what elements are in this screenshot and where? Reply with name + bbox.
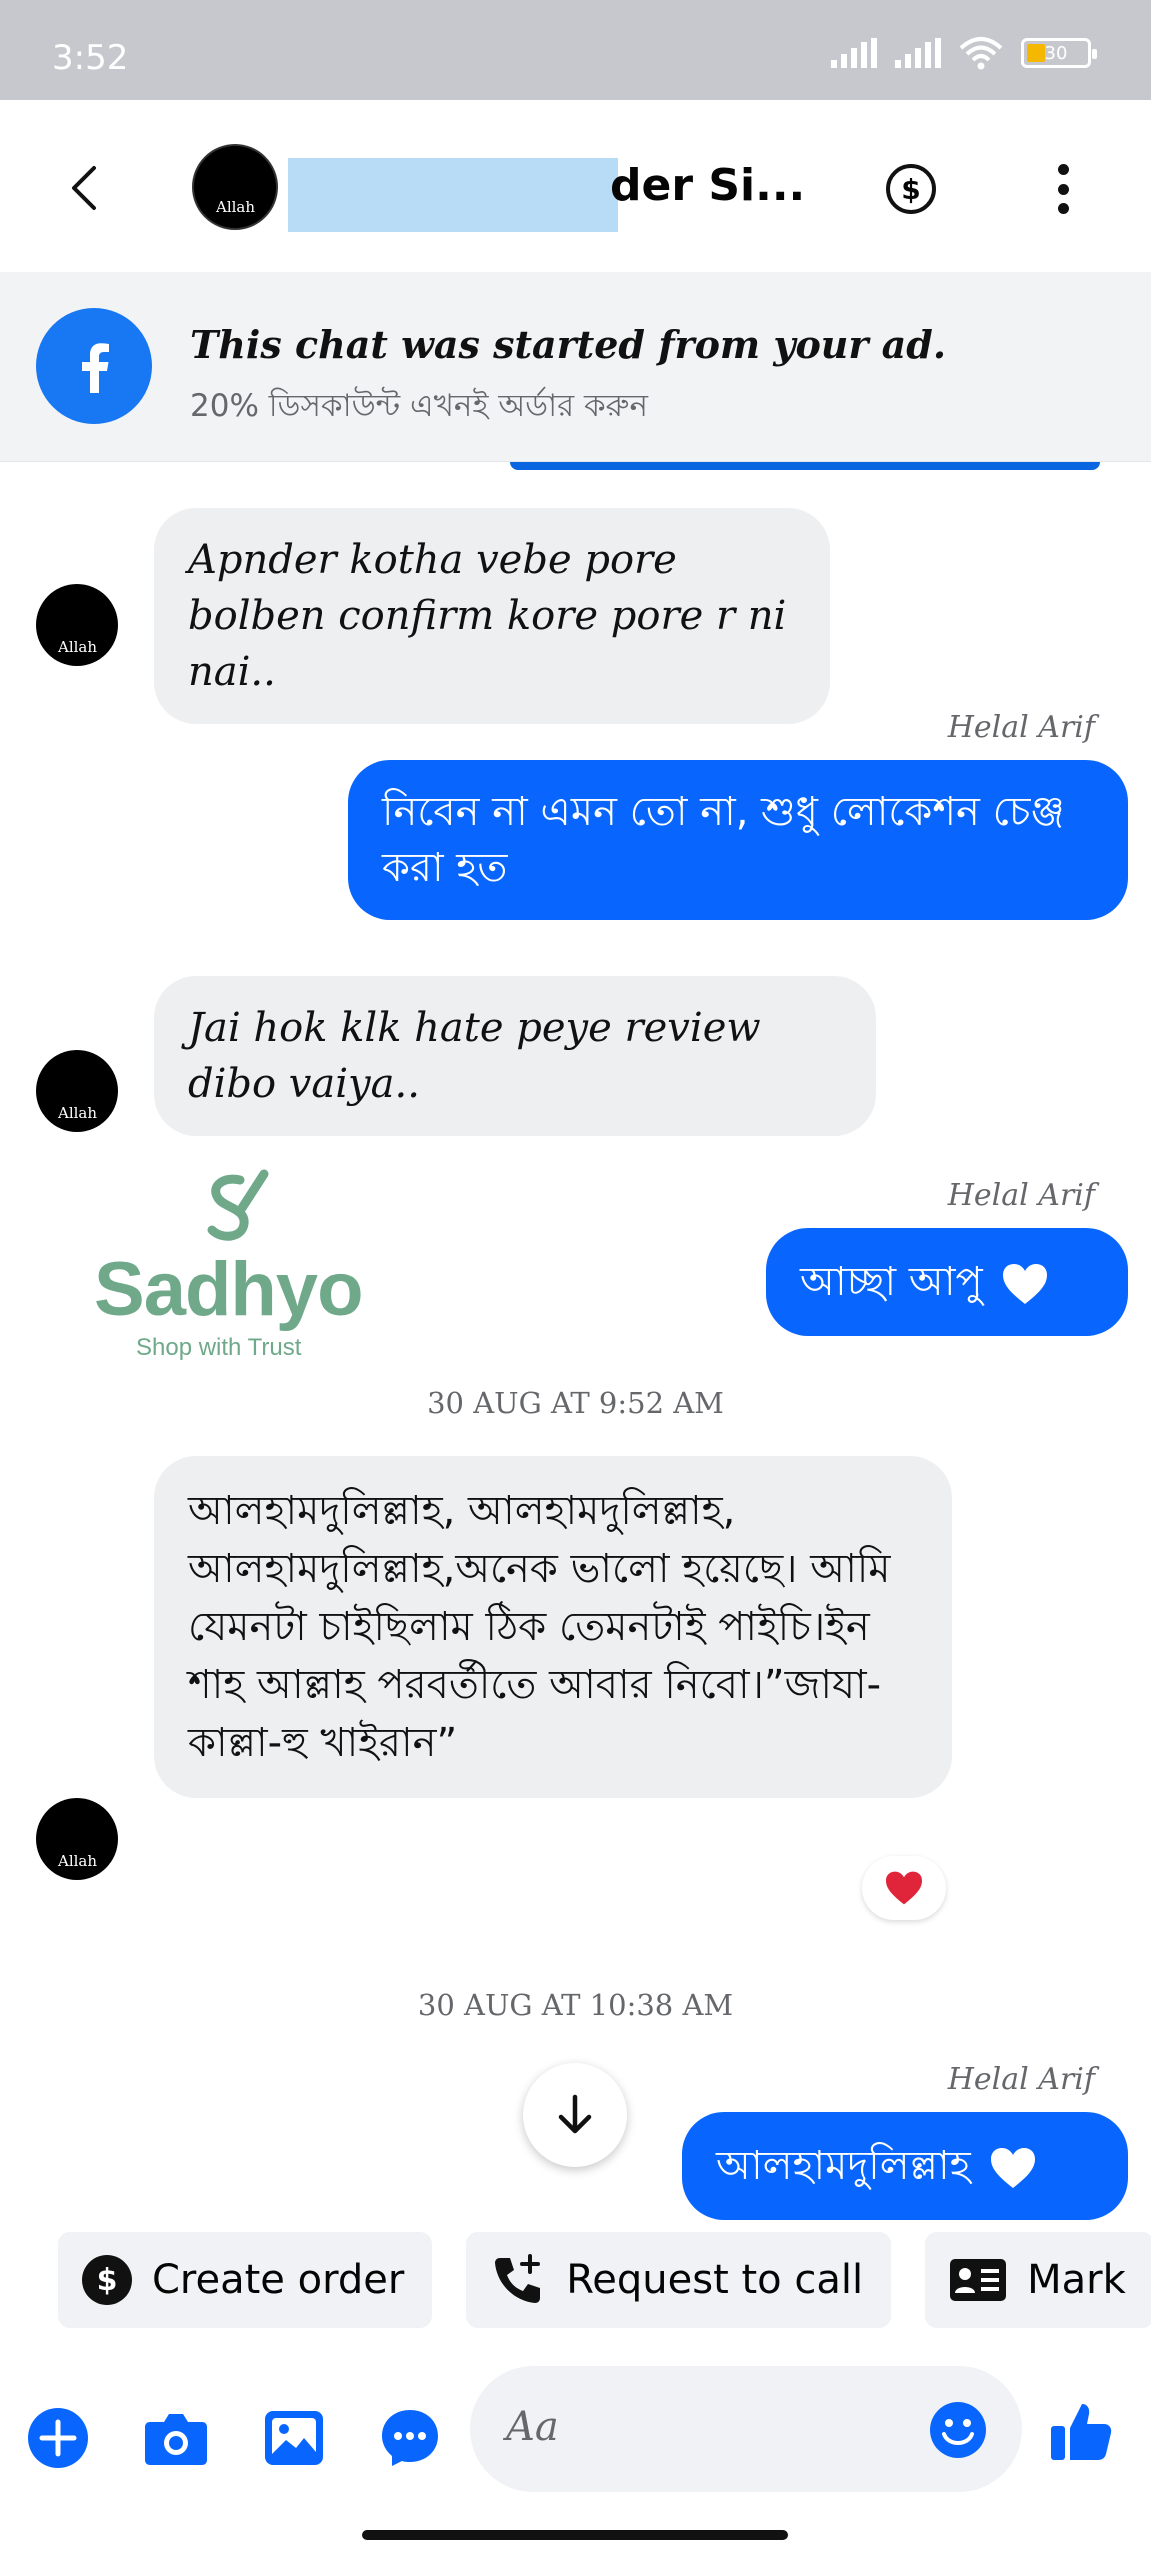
chip-label: Mark [1027, 2257, 1126, 2303]
wifi-icon [959, 37, 1003, 70]
mark-button[interactable]: Mark [925, 2232, 1151, 2328]
red-heart-icon [886, 1871, 922, 1905]
home-indicator [362, 2530, 788, 2540]
status-icons: 30 [831, 36, 1097, 70]
chat-header: Allah der Si... $ [0, 100, 1151, 272]
sender-name: Helal Arif [947, 2062, 1095, 2097]
ad-banner[interactable]: This chat was started from your ad. 20% … [0, 272, 1151, 462]
previous-message-edge [510, 462, 1100, 470]
message-text: আলহামদুলিল্লাহ, আলহামদুলিল্লাহ, আলহামদুল… [188, 1488, 891, 1766]
payment-icon[interactable]: $ [886, 164, 936, 214]
message-input[interactable]: Aa [470, 2366, 1022, 2492]
timestamp: 30 AUG AT 9:52 AM [427, 1386, 724, 1420]
message-bubble-outgoing[interactable]: আচ্ছা আপু [766, 1228, 1128, 1336]
signal-icon [831, 38, 877, 68]
redacted-name [288, 158, 618, 232]
more-options-icon[interactable] [1055, 164, 1071, 214]
chip-label: Create order [152, 2257, 405, 2303]
avatar-text: Allah [58, 1852, 98, 1870]
message-composer: Aa [0, 2358, 1151, 2518]
message-text: Apnder kotha vebe pore bolben confirm ko… [188, 537, 787, 695]
message-bubble-outgoing[interactable]: আলহামদুলিল্লাহ [682, 2112, 1128, 2220]
plus-icon[interactable] [26, 2406, 90, 2470]
timestamp: 30 AUG AT 10:38 AM [417, 1988, 734, 2022]
status-bar: 3:52 30 [0, 0, 1151, 100]
sadhyo-logo-icon [207, 1169, 269, 1241]
message-bubble-incoming[interactable]: আলহামদুলিল্লাহ, আলহামদুলিল্লাহ, আলহামদুল… [154, 1456, 952, 1798]
dollar-icon: $ [82, 2255, 132, 2305]
avatar-text: Allah [58, 1104, 98, 1122]
battery-level: 30 [1044, 42, 1068, 64]
request-to-call-button[interactable]: Request to call [466, 2232, 892, 2328]
message-text: Jai hok klk hate peye review dibo vaiya.… [188, 1005, 761, 1107]
chat-bubble-icon[interactable] [378, 2406, 442, 2470]
id-card-icon [950, 2259, 1007, 2301]
chip-label: Request to call [566, 2257, 864, 2303]
emoji-icon[interactable] [928, 2400, 988, 2460]
contact-avatar[interactable]: Allah [192, 144, 278, 230]
sender-avatar[interactable]: Allah [36, 1798, 118, 1880]
contact-name[interactable]: der Si... [610, 160, 805, 211]
sadhyo-watermark-logo: Sadhyo Shop with Trust [94, 1168, 364, 1368]
phone-plus-icon [495, 2254, 541, 2303]
watermark-tagline: Shop with Trust [136, 1334, 302, 1361]
sender-name: Helal Arif [947, 1178, 1095, 1213]
gallery-icon[interactable] [262, 2406, 326, 2470]
chevron-left-icon [72, 166, 96, 210]
message-text: নিবেন না এমন তো না, শুধু লোকেশন চেঞ্জ কর… [382, 789, 1065, 891]
watermark-name: Sadhyo [94, 1247, 363, 1332]
message-bubble-incoming[interactable]: Apnder kotha vebe pore bolben confirm ko… [154, 508, 830, 724]
white-heart-icon [1003, 1264, 1048, 1304]
scroll-to-bottom-button[interactable] [523, 2063, 627, 2167]
signal-2-icon [895, 38, 941, 68]
battery-icon: 30 [1021, 38, 1097, 68]
quick-actions-row: $ Create order Request to call Mark [58, 2232, 1151, 2328]
back-button[interactable] [60, 158, 110, 218]
arrow-down-icon [558, 2094, 592, 2134]
message-text: আলহামদুলিল্লাহ [716, 2143, 971, 2189]
message-bubble-outgoing[interactable]: নিবেন না এমন তো না, শুধু লোকেশন চেঞ্জ কর… [348, 760, 1128, 920]
white-heart-icon [991, 2148, 1036, 2188]
sender-avatar[interactable]: Allah [36, 1050, 118, 1132]
status-time: 3:52 [52, 38, 129, 78]
ad-banner-subtitle: 20% ডিসকাউন্ট এখনই অর্ডার করুন [190, 388, 648, 424]
message-input-placeholder: Aa [506, 2404, 559, 2450]
avatar-text: Allah [216, 198, 256, 216]
message-bubble-incoming[interactable]: Jai hok klk hate peye review dibo vaiya.… [154, 976, 876, 1136]
facebook-logo-icon [36, 308, 152, 424]
message-text: আচ্ছা আপু [800, 1259, 983, 1305]
sender-avatar[interactable]: Allah [36, 584, 118, 666]
reaction-badge[interactable] [862, 1856, 946, 1920]
avatar-text: Allah [58, 638, 98, 656]
create-order-button[interactable]: $ Create order [58, 2232, 433, 2328]
thumbs-up-icon[interactable] [1048, 2398, 1114, 2464]
camera-icon[interactable] [142, 2406, 210, 2470]
ad-banner-title: This chat was started from your ad. [190, 322, 947, 367]
sender-name: Helal Arif [947, 710, 1095, 745]
